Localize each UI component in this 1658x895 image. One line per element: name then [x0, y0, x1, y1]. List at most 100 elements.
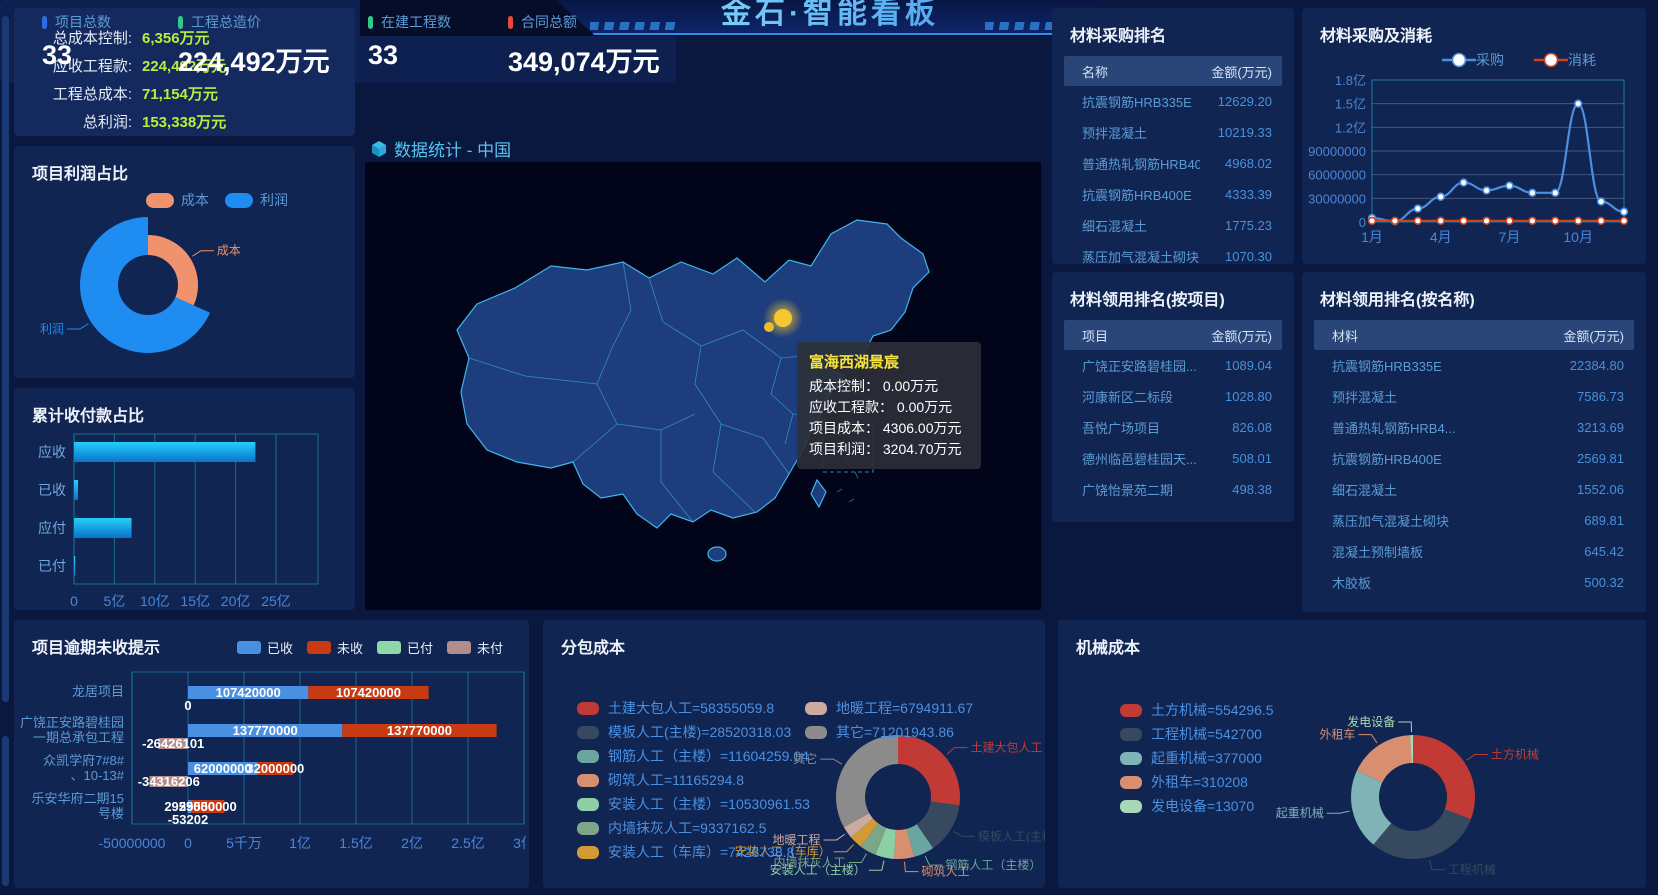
legend-item-起重机械[interactable]: 起重机械=377000 — [1120, 746, 1274, 770]
machinery-cost-panel: 土方机械=554296.5工程机械=542700起重机械=377000外租车=3… — [1058, 620, 1646, 888]
china-map-panel[interactable]: 富海西湖景宸 成本控制： 0.00万元应收工程款： 0.00万元项目成本： 43… — [365, 162, 1041, 610]
legend-item-成本[interactable]: 成本 — [146, 190, 225, 210]
pie-slice-土方机械[interactable] — [1413, 735, 1475, 819]
pie-label: 利润 — [40, 322, 64, 336]
project-marker[interactable] — [774, 309, 792, 327]
panel-title: 累计收付款占比 — [14, 388, 355, 426]
panel-title: 项目利润占比 — [14, 146, 355, 184]
legend-item-消耗[interactable]: 消耗 — [1534, 50, 1612, 70]
svg-text:137770000: 137770000 — [387, 723, 452, 738]
panel-title: 材料采购及消耗 — [1302, 8, 1646, 46]
purchase-consume-line-chart[interactable]: 03000000060000000900000001.2亿1.5亿1.8亿1月4… — [1308, 70, 1642, 260]
tooltip-row: 项目利润： 3204.70万元 — [809, 439, 969, 460]
legend-swatch-icon — [1120, 800, 1142, 813]
legend-item-工程机械[interactable]: 工程机械=542700 — [1120, 722, 1274, 746]
pie-label-line — [849, 854, 867, 863]
tooltip-row: 应收工程款： 0.00万元 — [809, 397, 969, 418]
table-row: 吾悦广场项目826.08 — [1064, 412, 1282, 443]
legend-item-土方机械[interactable]: 土方机械=554296.5 — [1120, 698, 1274, 722]
pie-slice-土建大包人工[interactable] — [898, 735, 960, 805]
table-row: 细石混凝土1552.06 — [1314, 474, 1634, 505]
pie-slice-成本[interactable] — [148, 235, 198, 305]
panel-title: 材料领用排名(按项目) — [1052, 272, 1294, 310]
overdue-bar-chart[interactable]: -5000000005千万1亿1.5亿2亿2.5亿3亿龙居项目107420000… — [20, 664, 526, 884]
pie-slice-其它[interactable] — [836, 735, 898, 827]
legend-item-未收[interactable]: 未收 — [307, 638, 377, 657]
pie-label-line — [947, 748, 968, 755]
table-row: 德州临邑碧桂园天...508.01 — [1064, 443, 1282, 474]
legend-item-钢筋人工（主楼）[interactable]: 钢筋人工（主楼）=11604259.04 — [577, 744, 810, 768]
overdue-panel: 项目逾期未收提示 已收未收已付未付 -5000000005千万1亿1.5亿2亿2… — [14, 620, 529, 888]
table-row: 抗震钢筋HRB400E4333.39 — [1064, 179, 1282, 210]
bar-已收[interactable] — [74, 480, 78, 500]
line-series-采购[interactable] — [1372, 104, 1624, 222]
profit-ratio-panel: 项目利润占比 成本利润 成本利润 — [14, 146, 355, 378]
svg-text:1.5亿: 1.5亿 — [1335, 97, 1366, 112]
table-row: 预拌混凝土10219.33 — [1064, 117, 1282, 148]
legend-item-利润[interactable]: 利润 — [225, 190, 304, 210]
stat-dot-icon — [178, 16, 183, 29]
legend-swatch-icon — [447, 641, 471, 654]
bar-已付[interactable] — [74, 556, 75, 576]
map-section-title: 数据统计 - 中国 — [370, 136, 511, 161]
purchase-rank-table: 名称金额(万元)抗震钢筋HRB335E12629.20预拌混凝土10219.33… — [1064, 56, 1282, 272]
svg-text:4月: 4月 — [1430, 229, 1452, 245]
pie-label-line — [869, 860, 884, 870]
legend-item-地暖工程[interactable]: 地暖工程=6794911.67 — [805, 696, 973, 720]
cube-icon — [370, 140, 388, 158]
machinery-legend: 土方机械=554296.5工程机械=542700起重机械=377000外租车=3… — [1120, 698, 1274, 818]
legend-swatch-icon — [237, 641, 261, 654]
legend-item-安装人工（主楼）[interactable]: 安装人工（主楼）=10530961.53 — [577, 792, 810, 816]
legend-item-采购[interactable]: 采购 — [1442, 50, 1520, 70]
table-row: 河康新区二标段1028.80 — [1064, 381, 1282, 412]
svg-text:5千万: 5千万 — [226, 835, 262, 851]
bar-应付[interactable] — [74, 518, 132, 538]
pie-label: 起重机械 — [1276, 805, 1324, 820]
table-row: 蒸压加气混凝土砌块1070.30 — [1064, 241, 1282, 272]
legend-item-土建大包人工[interactable]: 土建大包人工=58355059.8 — [577, 696, 810, 720]
legend-swatch-icon — [1120, 752, 1142, 765]
pie-label-line — [820, 759, 842, 764]
stat-在建工程数: 在建工程数33 — [368, 12, 451, 71]
svg-text:已收: 已收 — [38, 482, 66, 498]
stat-工程总造价: 工程总造价224,492万元 — [178, 12, 330, 79]
legend-item-其它[interactable]: 其它=71201943.86 — [805, 720, 973, 744]
legend-swatch-icon — [577, 798, 599, 811]
project-marker-small[interactable] — [764, 322, 774, 332]
pie-label-line — [824, 834, 845, 840]
svg-text:1亿: 1亿 — [289, 835, 311, 851]
pie-label: 成本 — [217, 244, 241, 258]
legend-item-已收[interactable]: 已收 — [237, 638, 307, 657]
pie-slice-工程机械[interactable] — [1373, 809, 1471, 859]
legend-swatch-icon — [577, 726, 599, 739]
bar-应收[interactable] — [74, 442, 255, 462]
svg-text:32000000: 32000000 — [246, 761, 304, 776]
legend-item-砌筑人工[interactable]: 砌筑人工=11165294.8 — [577, 768, 810, 792]
svg-text:龙居项目: 龙居项目 — [72, 684, 124, 699]
kpi-row: 工程总成本:71,154万元 — [14, 81, 355, 106]
legend-swatch-icon — [307, 641, 331, 654]
pie-label-line — [1467, 755, 1488, 761]
subcontract-legend-col1: 土建大包人工=58355059.8模板人工(主楼)=28520318.03钢筋人… — [577, 696, 810, 864]
legend-item-未付[interactable]: 未付 — [447, 638, 517, 657]
pie-label-line — [834, 844, 854, 851]
svg-text:-53202: -53202 — [168, 812, 208, 827]
table-header: 名称金额(万元) — [1064, 56, 1282, 86]
map-title-text: 数据统计 - 中国 — [394, 136, 511, 161]
legend-swatch-icon — [577, 846, 599, 859]
svg-text:乐安华府二期15号楼: 乐安华府二期15号楼 — [32, 791, 124, 821]
legend-item-内墙抹灰人工[interactable]: 内墙抹灰人工=9337162.5 — [577, 816, 810, 840]
payments-bar-chart[interactable]: 05亿10亿15亿20亿25亿应收已收应付已付 — [18, 424, 352, 610]
legend-item-模板人工(主楼)[interactable]: 模板人工(主楼)=28520318.03 — [577, 720, 810, 744]
svg-text:0: 0 — [1359, 215, 1366, 230]
legend-item-发电设备[interactable]: 发电设备=13070 — [1120, 794, 1274, 818]
svg-text:-26426101: -26426101 — [142, 736, 204, 751]
legend-item-外租车[interactable]: 外租车=310208 — [1120, 770, 1274, 794]
legend-item-已付[interactable]: 已付 — [377, 638, 447, 657]
tooltip-row: 成本控制： 0.00万元 — [809, 376, 969, 397]
kpi-row: 总利润:153,338万元 — [14, 109, 355, 134]
panel-title: 机械成本 — [1058, 620, 1646, 658]
pie-label-line — [904, 862, 918, 872]
legend-item-安装人工（车库）[interactable]: 安装人工（车库）=7428738.8 — [577, 840, 810, 864]
panel-title: 材料采购排名 — [1052, 8, 1294, 46]
